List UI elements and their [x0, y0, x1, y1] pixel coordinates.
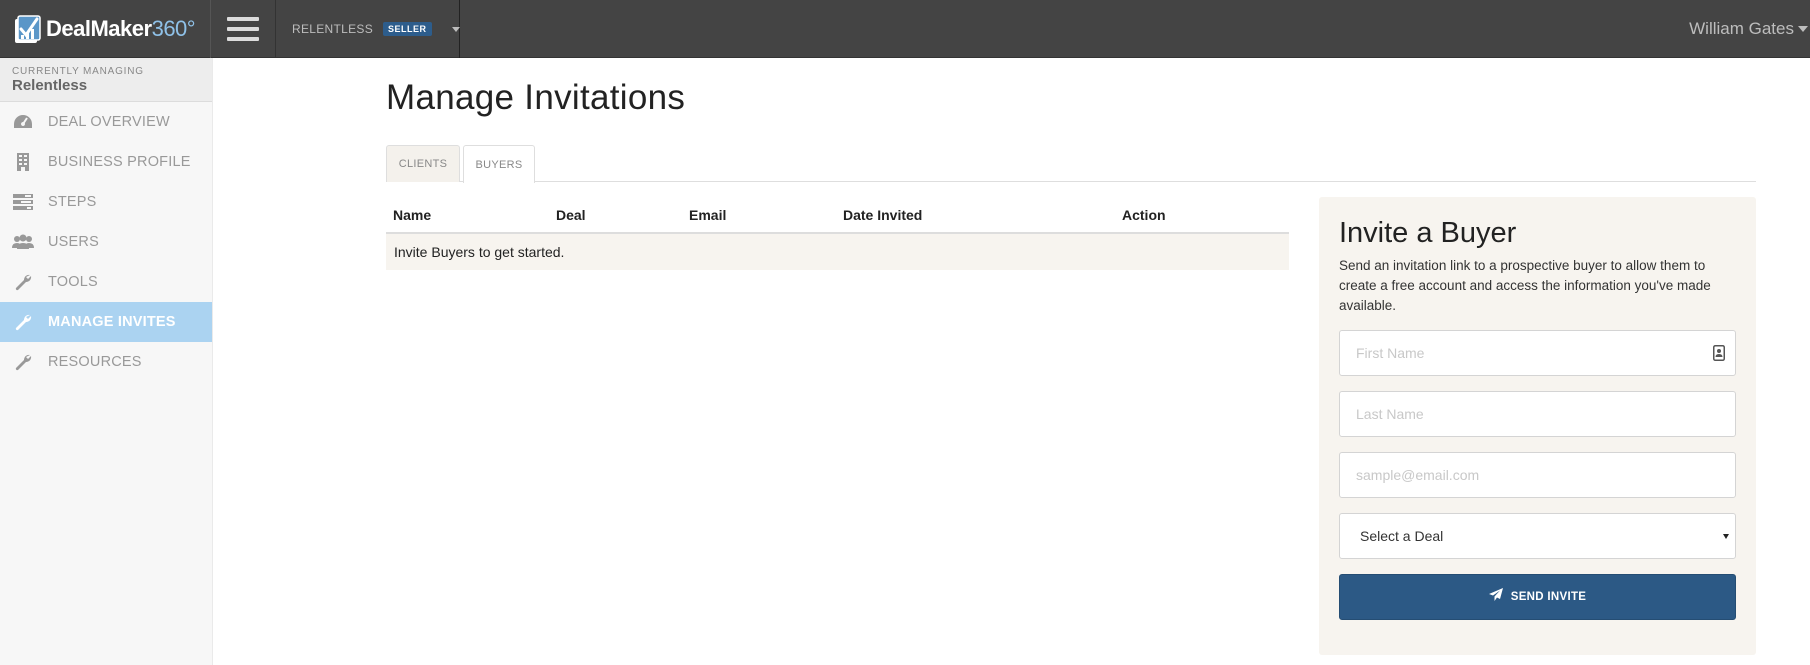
page-title: Manage Invitations	[386, 78, 686, 117]
column-header-action[interactable]: Action	[1122, 207, 1166, 223]
sidebar-item-label: STEPS	[48, 194, 97, 210]
last-name-field	[1339, 391, 1736, 437]
invite-buyer-panel: Invite a Buyer Send an invitation link t…	[1319, 197, 1756, 655]
user-name: William Gates	[1689, 19, 1794, 38]
column-header-email[interactable]: Email	[689, 207, 726, 223]
currently-managing-label: CURRENTLY MANAGING	[12, 66, 144, 77]
sidebar-item-label: RESOURCES	[48, 354, 142, 370]
sidebar-item-label: DEAL OVERVIEW	[48, 114, 170, 130]
chevron-down-icon	[1798, 26, 1808, 32]
sidebar-item-resources[interactable]: RESOURCES	[0, 342, 212, 382]
currently-managing-value: Relentless	[12, 77, 88, 94]
table-header: Name Deal Email Date Invited Action	[386, 198, 1289, 234]
top-navbar: DealMaker 360° RELENTLESS SELLER William…	[0, 0, 1810, 58]
deal-switcher[interactable]: RELENTLESS SELLER	[276, 0, 460, 58]
logo-text: DealMaker	[46, 16, 152, 41]
tab-buyers[interactable]: BUYERS	[463, 145, 535, 183]
wrench-icon	[12, 352, 34, 372]
app-logo[interactable]: DealMaker 360°	[0, 0, 210, 58]
chevron-down-icon	[1723, 534, 1729, 539]
hamburger-menu-icon[interactable]	[210, 0, 276, 58]
paper-plane-icon	[1488, 588, 1503, 606]
users-icon	[12, 232, 34, 252]
role-badge: SELLER	[383, 22, 432, 36]
tasks-icon	[12, 192, 34, 212]
logo-suffix: 360°	[151, 16, 196, 41]
sidebar-item-deal-overview[interactable]: DEAL OVERVIEW	[0, 102, 212, 142]
invite-panel-description: Send an invitation link to a prospective…	[1339, 258, 1711, 313]
wrench-icon	[12, 272, 34, 292]
sidebar-item-users[interactable]: USERS	[0, 222, 212, 262]
building-icon	[12, 152, 34, 172]
deal-select[interactable]: Select a Deal	[1339, 513, 1736, 559]
sidebar-item-label: USERS	[48, 234, 99, 250]
sidebar-item-tools[interactable]: TOOLS	[0, 262, 212, 302]
sidebar-item-label: TOOLS	[48, 274, 98, 290]
last-name-input[interactable]	[1340, 392, 1735, 436]
invite-tabs: CLIENTS BUYERS	[386, 145, 1756, 183]
empty-table-message: Invite Buyers to get started.	[394, 244, 565, 260]
tab-clients[interactable]: CLIENTS	[386, 145, 460, 182]
invite-panel-title: Invite a Buyer	[1339, 217, 1517, 249]
buyers-table: Name Deal Email Date Invited Action Invi…	[386, 198, 1289, 270]
send-invite-label: SEND INVITE	[1510, 591, 1587, 603]
table-row: Invite Buyers to get started.	[386, 234, 1289, 270]
wrench-icon	[12, 312, 34, 332]
column-header-date-invited[interactable]: Date Invited	[843, 207, 922, 223]
sidebar-item-steps[interactable]: STEPS	[0, 182, 212, 222]
current-deal-name: RELENTLESS	[292, 22, 374, 36]
contact-card-icon	[1713, 345, 1725, 361]
first-name-input[interactable]	[1340, 331, 1735, 375]
dashboard-icon	[12, 112, 34, 132]
deal-select-value: Select a Deal	[1360, 528, 1444, 544]
send-invite-button[interactable]: SEND INVITE	[1339, 574, 1736, 620]
chevron-down-icon	[451, 26, 460, 32]
currently-managing: CURRENTLY MANAGING Relentless	[0, 58, 212, 102]
sidebar: CURRENTLY MANAGING Relentless DEAL OVERV…	[0, 58, 213, 665]
sidebar-item-label: MANAGE INVITES	[48, 314, 176, 330]
column-header-name[interactable]: Name	[393, 207, 431, 223]
email-field	[1339, 452, 1736, 498]
sidebar-item-label: BUSINESS PROFILE	[48, 154, 191, 170]
user-menu[interactable]: William Gates	[1689, 0, 1810, 58]
sidebar-item-manage-invites[interactable]: MANAGE INVITES	[0, 302, 212, 342]
column-header-deal[interactable]: Deal	[556, 207, 586, 223]
logo-mark-icon	[12, 13, 42, 45]
first-name-field	[1339, 330, 1736, 376]
email-input[interactable]	[1340, 453, 1735, 497]
sidebar-item-business-profile[interactable]: BUSINESS PROFILE	[0, 142, 212, 182]
